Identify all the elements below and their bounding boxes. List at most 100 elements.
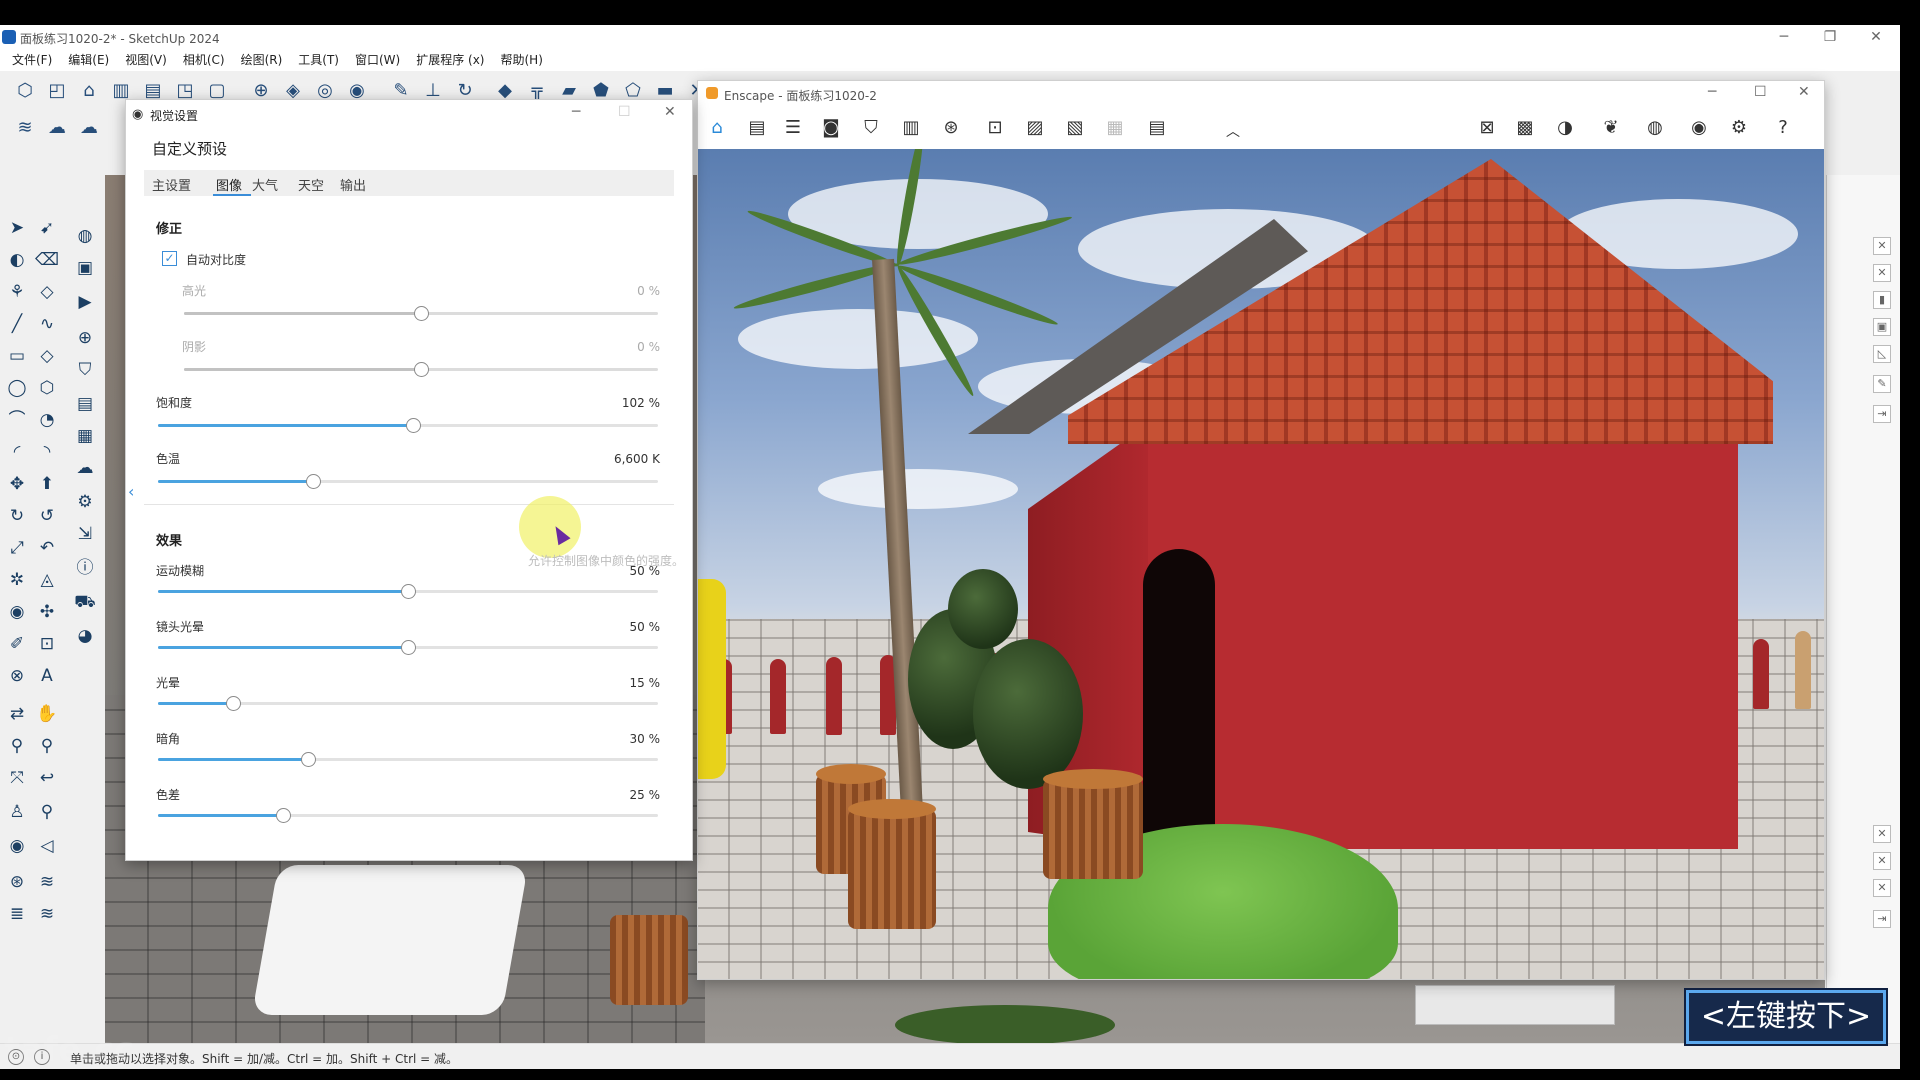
lasso-icon[interactable]: ➹ <box>34 215 60 241</box>
sandbox-icon[interactable]: ≋ <box>12 115 38 141</box>
book-icon[interactable]: ▤ <box>72 391 98 417</box>
look-around-icon[interactable]: ◉ <box>4 833 30 859</box>
tape-side-icon[interactable]: ✲ <box>4 567 30 593</box>
preset-name[interactable]: 自定义预设 <box>152 138 227 159</box>
tray-close-icon[interactable]: ✕ <box>1873 237 1891 255</box>
text-icon[interactable]: ✐ <box>4 631 30 657</box>
push-pull-side-icon[interactable]: ⬆ <box>34 471 60 497</box>
minimize-icon[interactable]: ─ <box>572 104 580 120</box>
orbit-side-icon[interactable]: ⊗ <box>4 663 30 689</box>
close-icon[interactable]: ✕ <box>1798 84 1810 100</box>
motion-blur-slider[interactable] <box>158 584 658 599</box>
tray-pencil-icon[interactable]: ✎ <box>1873 375 1891 393</box>
tray-close-icon[interactable]: ✕ <box>1873 852 1891 870</box>
slider-thumb[interactable] <box>406 418 421 433</box>
rotate-icon[interactable]: ↻ <box>4 503 30 529</box>
cart-icon[interactable]: ⛟ <box>72 589 98 615</box>
tab-main[interactable]: 主设置 <box>152 175 191 194</box>
paint-bucket-side-icon[interactable]: ◐ <box>4 247 30 273</box>
slider-thumb[interactable] <box>401 640 416 655</box>
polygon-icon[interactable]: ⬡ <box>34 375 60 401</box>
close-icon[interactable]: ✕ <box>1856 27 1896 47</box>
tray-export-icon[interactable]: ⇥ <box>1873 910 1891 928</box>
help-icon[interactable]: ? <box>1770 115 1796 141</box>
tray-layers-icon[interactable]: ▣ <box>1873 318 1891 336</box>
drape-icon[interactable]: ≋ <box>34 901 60 927</box>
previous-view-icon[interactable]: ↩ <box>34 765 60 791</box>
tab-atmosphere[interactable]: 大气 <box>252 175 278 194</box>
eraser-icon[interactable]: ⌫ <box>34 247 60 273</box>
tray-close-icon[interactable]: ✕ <box>1873 264 1891 282</box>
slider-thumb[interactable] <box>276 808 291 823</box>
zoom-extents-icon[interactable]: ⤧ <box>4 765 30 791</box>
offset-side-icon[interactable]: ↶ <box>34 535 60 561</box>
menu-view[interactable]: 视图(V) <box>117 49 175 71</box>
line-icon[interactable]: ╱ <box>4 311 30 337</box>
minimize-icon[interactable]: ─ <box>1764 27 1804 47</box>
chromatic-aberration-slider[interactable] <box>158 808 658 823</box>
settings-icon[interactable]: ⚙ <box>1726 115 1752 141</box>
menu-tools[interactable]: 工具(T) <box>290 49 347 71</box>
follow-side-icon[interactable]: ↺ <box>34 503 60 529</box>
stamp-icon[interactable]: ≣ <box>4 901 30 927</box>
rotated-rect-icon[interactable]: ◇ <box>34 343 60 369</box>
info-icon[interactable]: ⓘ <box>72 555 98 581</box>
export-icon[interactable]: ⇲ <box>72 521 98 547</box>
asset-icon[interactable]: ⊛ <box>938 115 964 141</box>
tab-sky[interactable]: 天空 <box>298 175 324 194</box>
export-doc-icon[interactable]: ▧ <box>1062 115 1088 141</box>
hand-icon[interactable]: ✋ <box>34 701 60 727</box>
move-icon[interactable]: ✥ <box>4 471 30 497</box>
top-view-icon[interactable]: ◰ <box>44 78 70 104</box>
tray-close-icon[interactable]: ✕ <box>1873 879 1891 897</box>
iso-view-icon[interactable]: ⬡ <box>12 78 38 104</box>
layers-icon[interactable]: ▣ <box>72 255 98 281</box>
protractor-icon[interactable]: ◬ <box>34 567 60 593</box>
sandbox-side-icon[interactable]: ⊛ <box>4 869 30 895</box>
enscape-render-view[interactable] <box>698 149 1824 979</box>
tray-close-icon[interactable]: ✕ <box>1873 825 1891 843</box>
speaker-icon[interactable]: ◁ <box>34 833 60 859</box>
upload-icon[interactable]: ⛉ <box>858 115 884 141</box>
view-mode-icon[interactable]: ◑ <box>1552 115 1578 141</box>
image-icon[interactable]: ▨ <box>1022 115 1048 141</box>
pie-icon[interactable]: ◔ <box>34 407 60 433</box>
menu-edit[interactable]: 编辑(E) <box>60 49 117 71</box>
lens-flare-slider[interactable] <box>158 640 658 655</box>
cloud-search-icon[interactable]: ☁ <box>44 115 70 141</box>
select-icon[interactable]: ➤ <box>4 215 30 241</box>
restore-icon[interactable]: ❐ <box>1810 27 1850 47</box>
dimension-side-icon[interactable]: ◉ <box>4 599 30 625</box>
screenshot-icon[interactable]: ⊡ <box>982 115 1008 141</box>
components-icon[interactable]: ⚘ <box>4 279 30 305</box>
smoove-icon[interactable]: ≋ <box>34 869 60 895</box>
video-icon[interactable]: ▦ <box>1102 115 1128 141</box>
slider-thumb[interactable] <box>306 474 321 489</box>
tab-image[interactable]: 图像 <box>216 175 242 194</box>
slider-thumb[interactable] <box>401 584 416 599</box>
menu-help[interactable]: 帮助(H) <box>492 49 550 71</box>
maximize-icon[interactable]: ☐ <box>618 104 631 120</box>
tray-export-icon[interactable]: ⇥ <box>1873 405 1891 423</box>
freehand-icon[interactable]: ∿ <box>34 311 60 337</box>
front-view-icon[interactable]: ⌂ <box>76 78 102 104</box>
settings-icon[interactable]: ⚙ <box>72 489 98 515</box>
paint-icon[interactable]: ◍ <box>72 223 98 249</box>
tab-output[interactable]: 输出 <box>340 175 366 194</box>
menu-draw[interactable]: 绘图(R) <box>233 49 291 71</box>
menu-window[interactable]: 窗口(W) <box>347 49 408 71</box>
tag-icon[interactable]: ◇ <box>34 279 60 305</box>
position-camera-icon[interactable]: ♙ <box>4 799 30 825</box>
menu-file[interactable]: 文件(F) <box>0 49 60 71</box>
close-icon[interactable]: ✕ <box>664 104 676 120</box>
section-side-icon[interactable]: ⇄ <box>4 701 30 727</box>
visual-settings-icon[interactable]: ◉ <box>1686 115 1712 141</box>
camera-icon[interactable]: ◙ <box>818 115 844 141</box>
material-icon[interactable]: ▥ <box>898 115 924 141</box>
user-icon[interactable]: ◕ <box>72 623 98 649</box>
checker-icon[interactable]: ▦ <box>72 423 98 449</box>
color-temp-slider[interactable] <box>158 474 658 489</box>
saturation-slider[interactable] <box>158 418 658 433</box>
arc-icon[interactable]: ⌒ <box>4 407 30 433</box>
auto-contrast-checkbox[interactable]: ✓ <box>162 251 177 266</box>
